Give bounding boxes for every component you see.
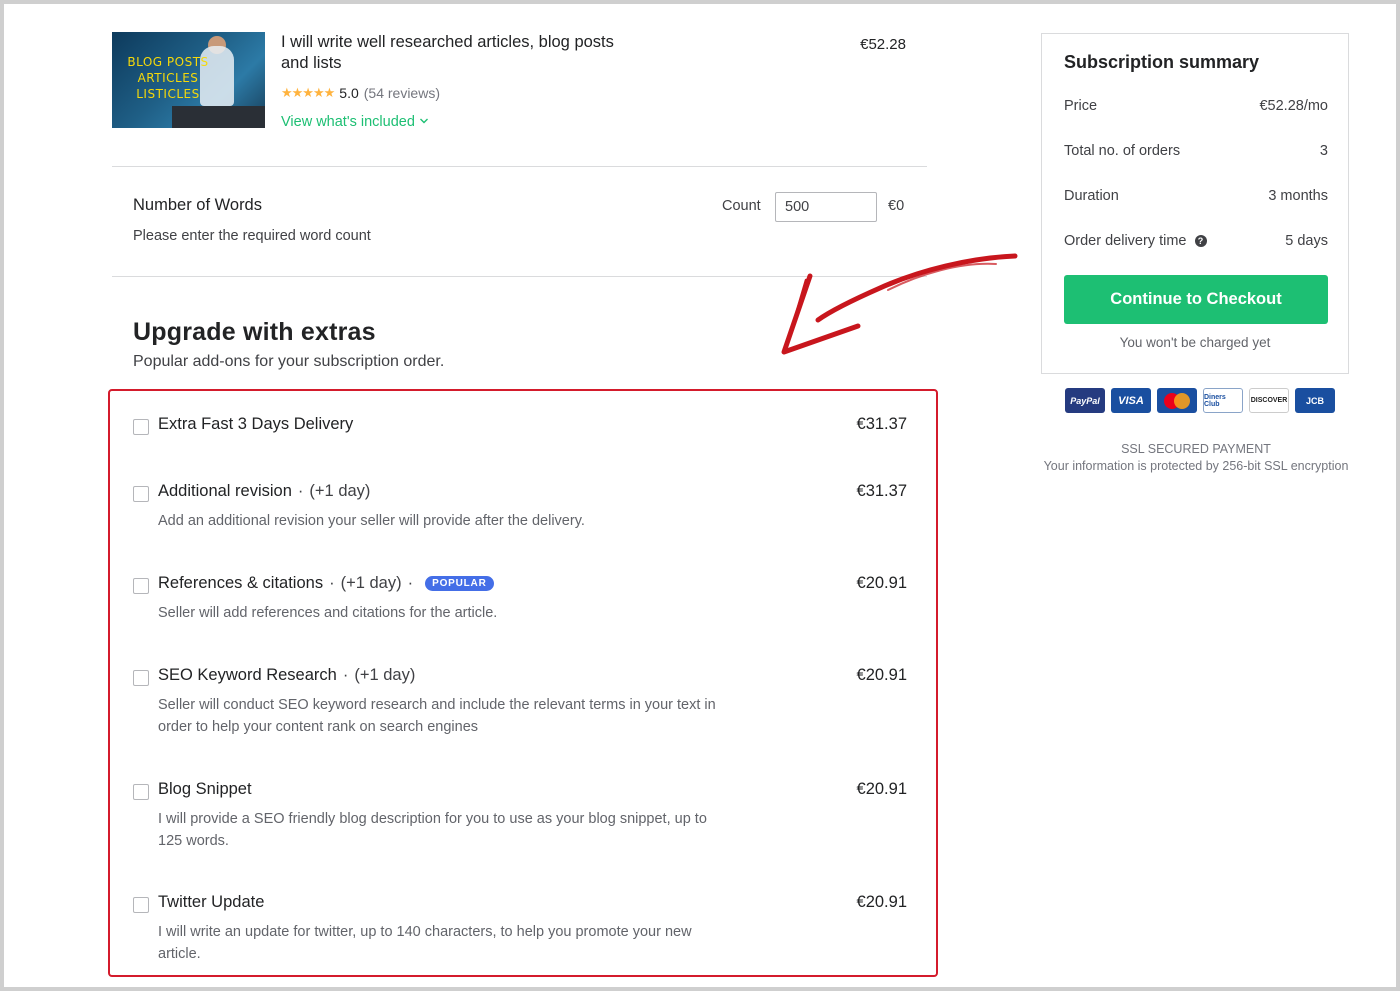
extra-description: I will provide a SEO friendly blog descr… (158, 811, 707, 849)
gig-title[interactable]: I will write well researched articles, b… (281, 32, 621, 74)
count-label: Count (722, 198, 761, 214)
subscription-summary: Subscription summary Price €52.28/mo Tot… (1041, 33, 1349, 374)
extra-checkbox[interactable] (133, 784, 149, 800)
extra-checkbox[interactable] (133, 578, 149, 594)
extra-checkbox[interactable] (133, 897, 149, 913)
continue-to-checkout-button[interactable]: Continue to Checkout (1064, 275, 1328, 324)
extra-days: (+1 day) (354, 666, 416, 684)
summary-label: Order delivery time (1064, 233, 1187, 249)
extra-name: Blog Snippet (158, 780, 252, 798)
summary-row-orders: Total no. of orders 3 (1064, 143, 1328, 159)
thumbnail-text: BLOG POSTS ARTICLES LISTICLES (118, 54, 218, 102)
payment-methods: PayPal VISA Diners Club DISCOVER JCB (1065, 388, 1335, 413)
upgrade-subtitle: Popular add-ons for your subscription or… (133, 353, 445, 370)
extra-title[interactable]: SEO Keyword Research · (+1 day) (158, 666, 415, 685)
mastercard-icon (1157, 388, 1197, 413)
extra-title[interactable]: Blog Snippet (158, 780, 252, 799)
visa-icon: VISA (1111, 388, 1151, 413)
extra-name: References & citations (158, 574, 324, 592)
extra-days: (+1 day) (309, 482, 371, 500)
annotation-arrow-icon (781, 253, 1018, 355)
gig-thumbnail[interactable]: BLOG POSTS ARTICLES LISTICLES (112, 32, 265, 128)
dot-separator: · (329, 574, 335, 592)
summary-row-delivery: Order delivery time ? 5 days (1064, 233, 1328, 249)
dot-separator: · (297, 482, 304, 500)
summary-label: Total no. of orders (1064, 143, 1181, 159)
summary-label-wrap: Order delivery time ? (1064, 233, 1207, 249)
chevron-down-icon (419, 118, 428, 124)
summary-value: 5 days (1285, 233, 1328, 249)
thumbnail-line: LISTICLES (136, 87, 200, 101)
gig-price: €52.28 (860, 36, 906, 53)
extra-price: €31.37 (856, 415, 907, 433)
extra-title[interactable]: Additional revision · (+1 day) (158, 482, 370, 501)
extra-name: SEO Keyword Research (158, 666, 337, 684)
summary-label: Price (1064, 98, 1098, 114)
view-included-label: View what's included (281, 114, 415, 130)
summary-value: 3 months (1268, 188, 1328, 204)
summary-label: Duration (1064, 188, 1119, 204)
summary-title: Subscription summary (1064, 52, 1260, 72)
word-count-input[interactable] (775, 192, 877, 222)
jcb-icon: JCB (1295, 388, 1335, 413)
rating-score: 5.0 (339, 85, 359, 101)
extra-price: €20.91 (856, 574, 907, 592)
extra-title[interactable]: References & citations · (+1 day) · POPU… (158, 574, 494, 593)
extra-price: €31.37 (856, 482, 907, 500)
ssl-notice: SSL SECURED PAYMENT Your information is … (1041, 442, 1351, 474)
words-title: Number of Words (133, 196, 262, 214)
ssl-title: SSL SECURED PAYMENT (1121, 442, 1271, 456)
thumbnail-desk (172, 106, 265, 128)
extra-name: Additional revision (158, 482, 292, 500)
review-count: (54 reviews) (363, 85, 440, 101)
gig-rating: ★★★★★ 5.0 (54 reviews) (281, 85, 440, 101)
summary-value: 3 (1319, 143, 1328, 159)
thumbnail-line: BLOG POSTS (127, 55, 209, 69)
extra-description: I will write an update for twitter, up t… (158, 924, 692, 962)
extra-price: €20.91 (856, 666, 907, 684)
summary-value: €52.28/mo (1259, 98, 1328, 114)
extra-checkbox[interactable] (133, 670, 149, 686)
extra-description: Seller will add references and citations… (158, 605, 498, 621)
extra-description: Seller will conduct SEO keyword research… (158, 697, 716, 735)
ssl-description: Your information is protected by 256-bit… (1043, 459, 1349, 473)
mastercard-circles (1164, 392, 1190, 409)
summary-row-duration: Duration 3 months (1064, 188, 1328, 204)
question-mark-icon[interactable]: ? (1194, 235, 1207, 247)
extra-checkbox[interactable] (133, 419, 149, 435)
dot-separator: · (407, 574, 414, 592)
discover-icon: DISCOVER (1249, 388, 1289, 413)
no-charge-note: You won't be charged yet (1119, 335, 1271, 350)
popular-badge: POPULAR (425, 576, 494, 591)
extra-description: Add an additional revision your seller w… (158, 513, 585, 529)
extra-title[interactable]: Extra Fast 3 Days Delivery (158, 415, 353, 434)
extra-price: €20.91 (856, 893, 907, 911)
extra-days: (+1 day) (340, 574, 402, 592)
extra-checkbox[interactable] (133, 486, 149, 502)
diners-club-icon: Diners Club (1203, 388, 1243, 413)
divider (112, 166, 927, 167)
thumbnail-line: ARTICLES (137, 71, 199, 85)
extra-price: €20.91 (856, 780, 907, 798)
extra-name: Extra Fast 3 Days Delivery (158, 415, 354, 433)
words-subtitle: Please enter the required word count (133, 228, 371, 244)
upgrade-title: Upgrade with extras (133, 318, 376, 346)
word-count-price: €0 (888, 198, 905, 214)
summary-row-price: Price €52.28/mo (1064, 98, 1328, 114)
gig-header: BLOG POSTS ARTICLES LISTICLES I will wri… (112, 32, 927, 132)
extra-title[interactable]: Twitter Update (158, 893, 264, 912)
star-icons: ★★★★★ (281, 85, 335, 100)
view-included-link[interactable]: View what's included (281, 114, 429, 130)
extra-name: Twitter Update (158, 893, 265, 911)
paypal-icon: PayPal (1065, 388, 1105, 413)
dot-separator: · (342, 666, 349, 684)
